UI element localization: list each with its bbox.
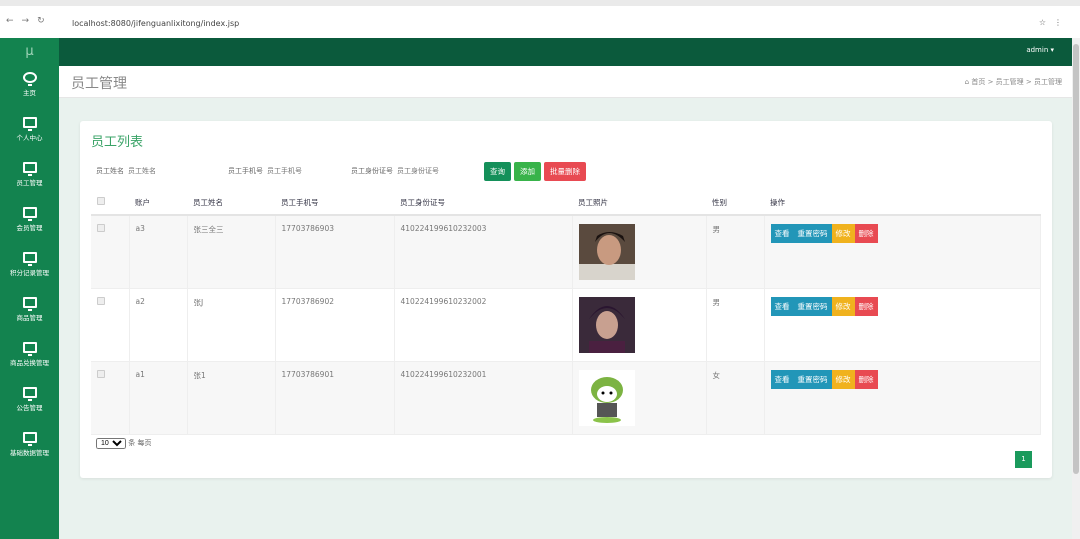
col-phone: 员工手机号 (275, 190, 394, 216)
browser-nav-icons[interactable]: ←→↻ (6, 16, 53, 26)
table-row: a1 张1 17703786901 410224199610232001 女 查… (91, 361, 1041, 435)
col-idcard: 员工身份证号 (394, 190, 572, 216)
scrollbar[interactable] (1072, 38, 1080, 539)
col-name: 员工姓名 (187, 190, 275, 216)
cell-account: a2 (129, 288, 188, 362)
sidebar-item-points[interactable]: 积分记录管理 (0, 246, 59, 291)
view-button[interactable]: 查看 (770, 224, 794, 243)
row-checkbox[interactable] (97, 297, 105, 305)
sidebar-item-exchange[interactable]: 商品兑换管理 (0, 336, 59, 381)
name-label: 员工姓名 (96, 167, 124, 175)
dashboard-icon (22, 72, 37, 86)
cell-idcard: 410224199610232002 (394, 288, 573, 362)
cell-gender: 男 (706, 215, 765, 289)
sidebar-item-home[interactable]: 主页 (0, 66, 59, 111)
sidebar-item-profile[interactable]: 个人中心 (0, 111, 59, 156)
view-button[interactable]: 查看 (770, 370, 794, 389)
employee-table: 账户 员工姓名 员工手机号 员工身份证号 员工照片 性别 操作 a3 张三全三 … (91, 190, 1041, 435)
employee-photo (578, 370, 635, 426)
edit-button[interactable]: 修改 (831, 297, 855, 316)
batch-delete-button[interactable]: 批量删除 (544, 161, 586, 181)
sidebar-item-employees[interactable]: 员工管理 (0, 156, 59, 201)
cell-gender: 女 (706, 361, 765, 435)
cell-account: a3 (129, 215, 188, 289)
delete-button[interactable]: 删除 (854, 370, 878, 389)
col-gender: 性别 (706, 190, 764, 216)
phone-label: 员工手机号 (228, 167, 263, 175)
monitor-icon (22, 207, 37, 221)
delete-button[interactable]: 删除 (854, 297, 878, 316)
phone-input[interactable] (267, 167, 327, 175)
reset-password-button[interactable]: 重置密码 (793, 224, 832, 243)
cell-idcard: 410224199610232001 (394, 361, 573, 435)
delete-button[interactable]: 删除 (854, 224, 878, 243)
select-all-checkbox[interactable] (97, 197, 105, 205)
sidebar-item-goods[interactable]: 商品管理 (0, 291, 59, 336)
monitor-icon (22, 252, 37, 266)
main-content: 员工列表 员工姓名 员工手机号 员工身份证号 查询 添加 批量删除 账户 员工姓… (59, 98, 1072, 539)
breadcrumb: ⌂ 首页 > 员工管理 > 员工管理 (964, 78, 1062, 86)
col-account: 账户 (129, 190, 187, 216)
scrollbar-thumb[interactable] (1073, 44, 1079, 474)
cell-name: 张J (187, 288, 276, 362)
sidebar: μ 主页 个人中心 员工管理 会员管理 积分记录管理 商品管理 商品兑换管理 公… (0, 38, 59, 539)
page-button-1[interactable]: 1 (1015, 451, 1032, 468)
col-actions: 操作 (764, 190, 1041, 216)
idcard-input[interactable] (397, 167, 472, 175)
edit-button[interactable]: 修改 (831, 370, 855, 389)
user-menu[interactable]: admin ▾ (1026, 46, 1054, 54)
page-header: 员工管理 ⌂ 首页 > 员工管理 > 员工管理 (59, 66, 1072, 98)
page-size-control: 10 条 每页 (96, 438, 151, 449)
breadcrumb-home[interactable]: 首页 (971, 78, 985, 86)
name-input[interactable] (128, 167, 188, 175)
monitor-icon (22, 387, 37, 401)
cell-idcard: 410224199610232003 (394, 215, 573, 289)
page-title: 员工管理 (71, 76, 127, 92)
monitor-icon (22, 342, 37, 356)
browser-bar: ←→↻ localhost:8080/jifenguanlixitong/ind… (0, 0, 1080, 38)
top-header: admin ▾ (59, 38, 1072, 66)
query-button[interactable]: 查询 (484, 161, 511, 181)
page-size-select[interactable]: 10 (96, 438, 126, 449)
logo: μ (25, 44, 34, 59)
reset-password-button[interactable]: 重置密码 (793, 370, 832, 389)
sidebar-item-members[interactable]: 会员管理 (0, 201, 59, 246)
address-bar[interactable]: localhost:8080/jifenguanlixitong/index.j… (72, 19, 239, 28)
cell-account: a1 (129, 361, 188, 435)
row-checkbox[interactable] (97, 224, 105, 232)
cell-name: 张三全三 (187, 215, 276, 289)
view-button[interactable]: 查看 (770, 297, 794, 316)
employee-list-card: 员工列表 员工姓名 员工手机号 员工身份证号 查询 添加 批量删除 账户 员工姓… (80, 121, 1052, 478)
table-row: a3 张三全三 17703786903 410224199610232003 男… (91, 215, 1041, 289)
sidebar-item-notices[interactable]: 公告管理 (0, 381, 59, 426)
cell-phone: 17703786902 (275, 288, 395, 362)
breadcrumb-current: 员工管理 (1034, 78, 1062, 86)
sidebar-item-basedata[interactable]: 基础数据管理 (0, 426, 59, 471)
col-photo: 员工照片 (572, 190, 706, 216)
row-checkbox[interactable] (97, 370, 105, 378)
breadcrumb-item[interactable]: 员工管理 (996, 78, 1024, 86)
cell-phone: 17703786901 (275, 361, 395, 435)
cell-gender: 男 (706, 288, 765, 362)
monitor-icon (22, 117, 37, 131)
monitor-icon (22, 162, 37, 176)
cell-name: 张1 (187, 361, 276, 435)
employee-photo (578, 297, 635, 353)
browser-actions-icons[interactable]: ☆⋮ (1039, 18, 1070, 27)
edit-button[interactable]: 修改 (831, 224, 855, 243)
cell-phone: 17703786903 (275, 215, 395, 289)
employee-photo (578, 224, 635, 280)
idcard-label: 员工身份证号 (351, 167, 393, 175)
monitor-icon (22, 432, 37, 446)
per-page-label: 条 每页 (128, 439, 152, 447)
reset-password-button[interactable]: 重置密码 (793, 297, 832, 316)
card-title: 员工列表 (91, 135, 144, 150)
search-form: 员工姓名 员工手机号 员工身份证号 查询 添加 批量删除 (96, 161, 589, 181)
add-button[interactable]: 添加 (514, 161, 541, 181)
monitor-icon (22, 297, 37, 311)
table-row: a2 张J 17703786902 410224199610232002 男 查… (91, 288, 1041, 362)
